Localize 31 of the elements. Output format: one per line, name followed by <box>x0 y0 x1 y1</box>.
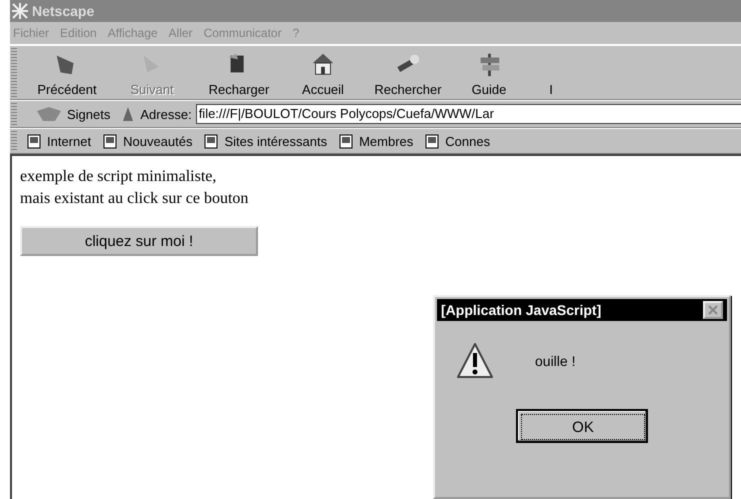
warning-icon <box>455 341 495 381</box>
close-icon <box>708 305 718 315</box>
bookmark-link[interactable]: Internet <box>21 134 98 148</box>
toolbar-button[interactable]: Recharger <box>191 46 287 99</box>
toolbar-button[interactable]: Précédent <box>21 46 113 99</box>
document-icon <box>339 134 354 148</box>
bookmark-link[interactable]: Nouveautés <box>97 134 198 148</box>
bookmark-icon <box>35 105 63 123</box>
dialog-title: [Application JavaScript] <box>441 302 602 318</box>
ok-button[interactable]: OK <box>516 409 648 443</box>
toolbar-button[interactable]: I <box>521 46 581 99</box>
bookmark-link[interactable]: Membres <box>333 134 420 148</box>
page-button[interactable]: cliquez sur moi ! <box>20 226 258 256</box>
page-text: mais existant au click sur ce bouton <box>20 189 250 209</box>
address-field[interactable]: file:///F|/BOULOT/Cours Polycops/Cuefa/WWW/Lar <box>196 104 741 124</box>
document-icon <box>204 134 218 148</box>
app-logo-icon <box>12 3 28 19</box>
document-icon <box>103 134 118 148</box>
toolbar-button[interactable]: Accueil <box>287 46 359 99</box>
toolbar-button[interactable]: Rechercher <box>359 46 457 99</box>
bookmark-link[interactable]: Sites intéressants <box>198 134 334 148</box>
window-title: Netscape <box>32 3 94 19</box>
toolbar-button[interactable]: Guide <box>457 46 521 99</box>
document-icon <box>425 134 440 148</box>
close-button[interactable] <box>703 301 723 319</box>
bookmarks-button[interactable]: Signets <box>67 106 110 122</box>
page-text: exemple de script minimaliste, <box>20 167 218 187</box>
dialog-message: ouille ! <box>535 353 576 369</box>
bookmark-link[interactable]: Connes <box>419 134 496 148</box>
document-icon <box>27 134 41 148</box>
address-label: Adresse: <box>140 106 192 122</box>
